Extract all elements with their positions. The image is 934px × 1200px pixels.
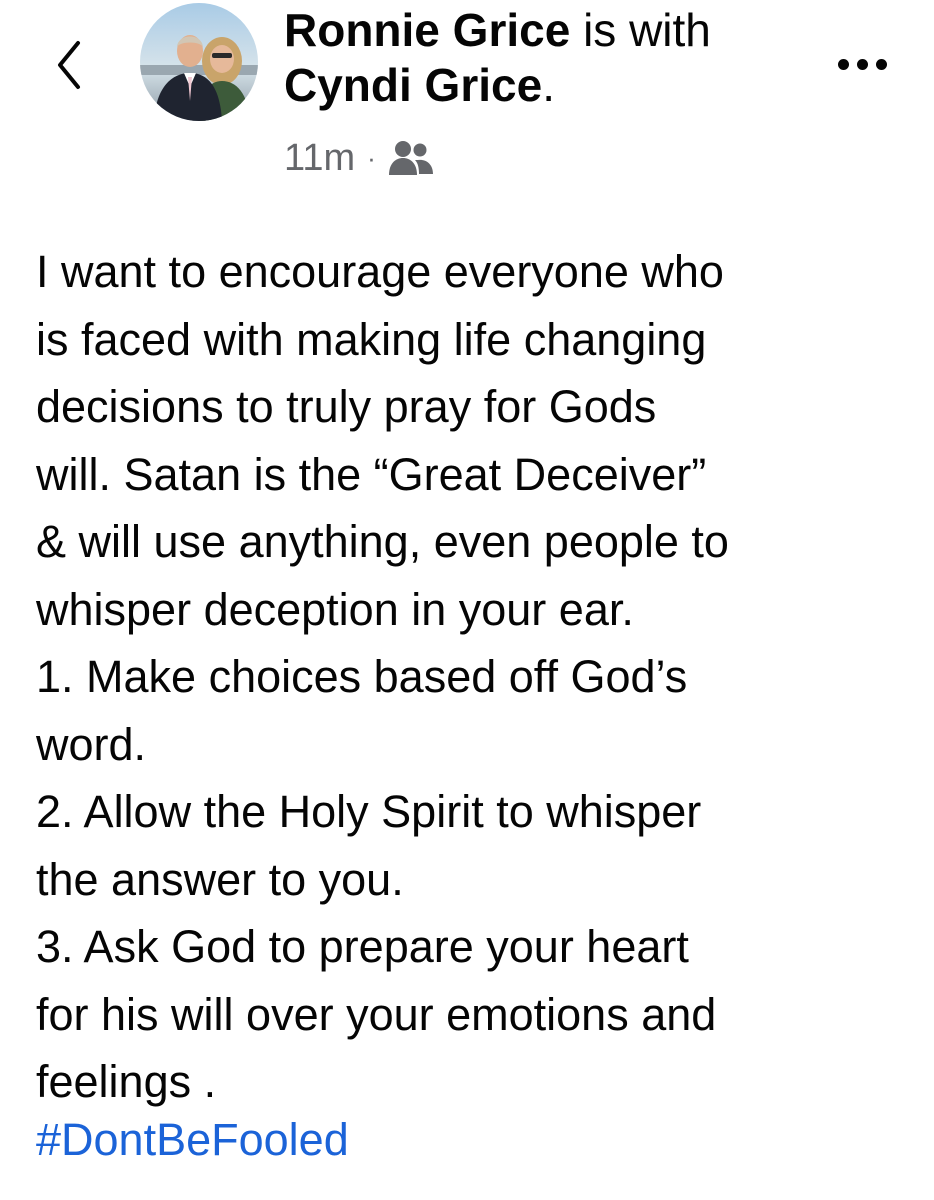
post-text-line: 2. Allow the Holy Spirit to whisper	[36, 786, 702, 837]
post-meta: 11m ·	[284, 132, 434, 184]
back-button[interactable]	[44, 30, 94, 100]
post-text-line: is faced with making life changing	[36, 313, 707, 365]
post-text-line: 1. Make choices based off God’s	[36, 651, 688, 702]
profile-photo	[140, 3, 258, 121]
post-text: I want to encourage everyone who is face…	[36, 238, 928, 1116]
post-text-line: will. Satan is the “Great Deceiver”	[36, 448, 707, 500]
post-text-line: & will use anything, even people to	[36, 516, 729, 567]
post-text-line: I want to encourage everyone who	[36, 246, 724, 297]
chevron-left-icon	[58, 41, 80, 89]
meta-separator: ·	[367, 142, 376, 173]
tagged-suffix: .	[542, 59, 555, 111]
with-text: is with	[583, 4, 711, 56]
post-text-line: whisper deception in your ear.	[36, 583, 634, 635]
post-text-line: decisions to truly pray for Gods	[36, 381, 657, 432]
more-options-button[interactable]	[830, 44, 894, 84]
author-name[interactable]: Ronnie Grice	[284, 4, 570, 56]
tagged-name[interactable]: Cyndi Grice	[284, 59, 542, 111]
post-author-line: Ronnie Grice is with Cyndi Grice.	[284, 3, 824, 113]
post-time[interactable]: 11m	[284, 137, 355, 180]
post-text-line: 3. Ask God to prepare your heart	[36, 921, 689, 972]
post-text-line: for his will over your emotions and	[36, 988, 717, 1040]
friends-icon	[388, 141, 433, 175]
post-text-line: the answer to you.	[36, 853, 404, 905]
more-icon	[837, 58, 887, 70]
post-text-line: word.	[36, 718, 147, 770]
avatar[interactable]	[140, 3, 258, 121]
audience-button[interactable]	[388, 139, 434, 177]
hashtag-link[interactable]: #DontBeFooled	[36, 1106, 349, 1174]
